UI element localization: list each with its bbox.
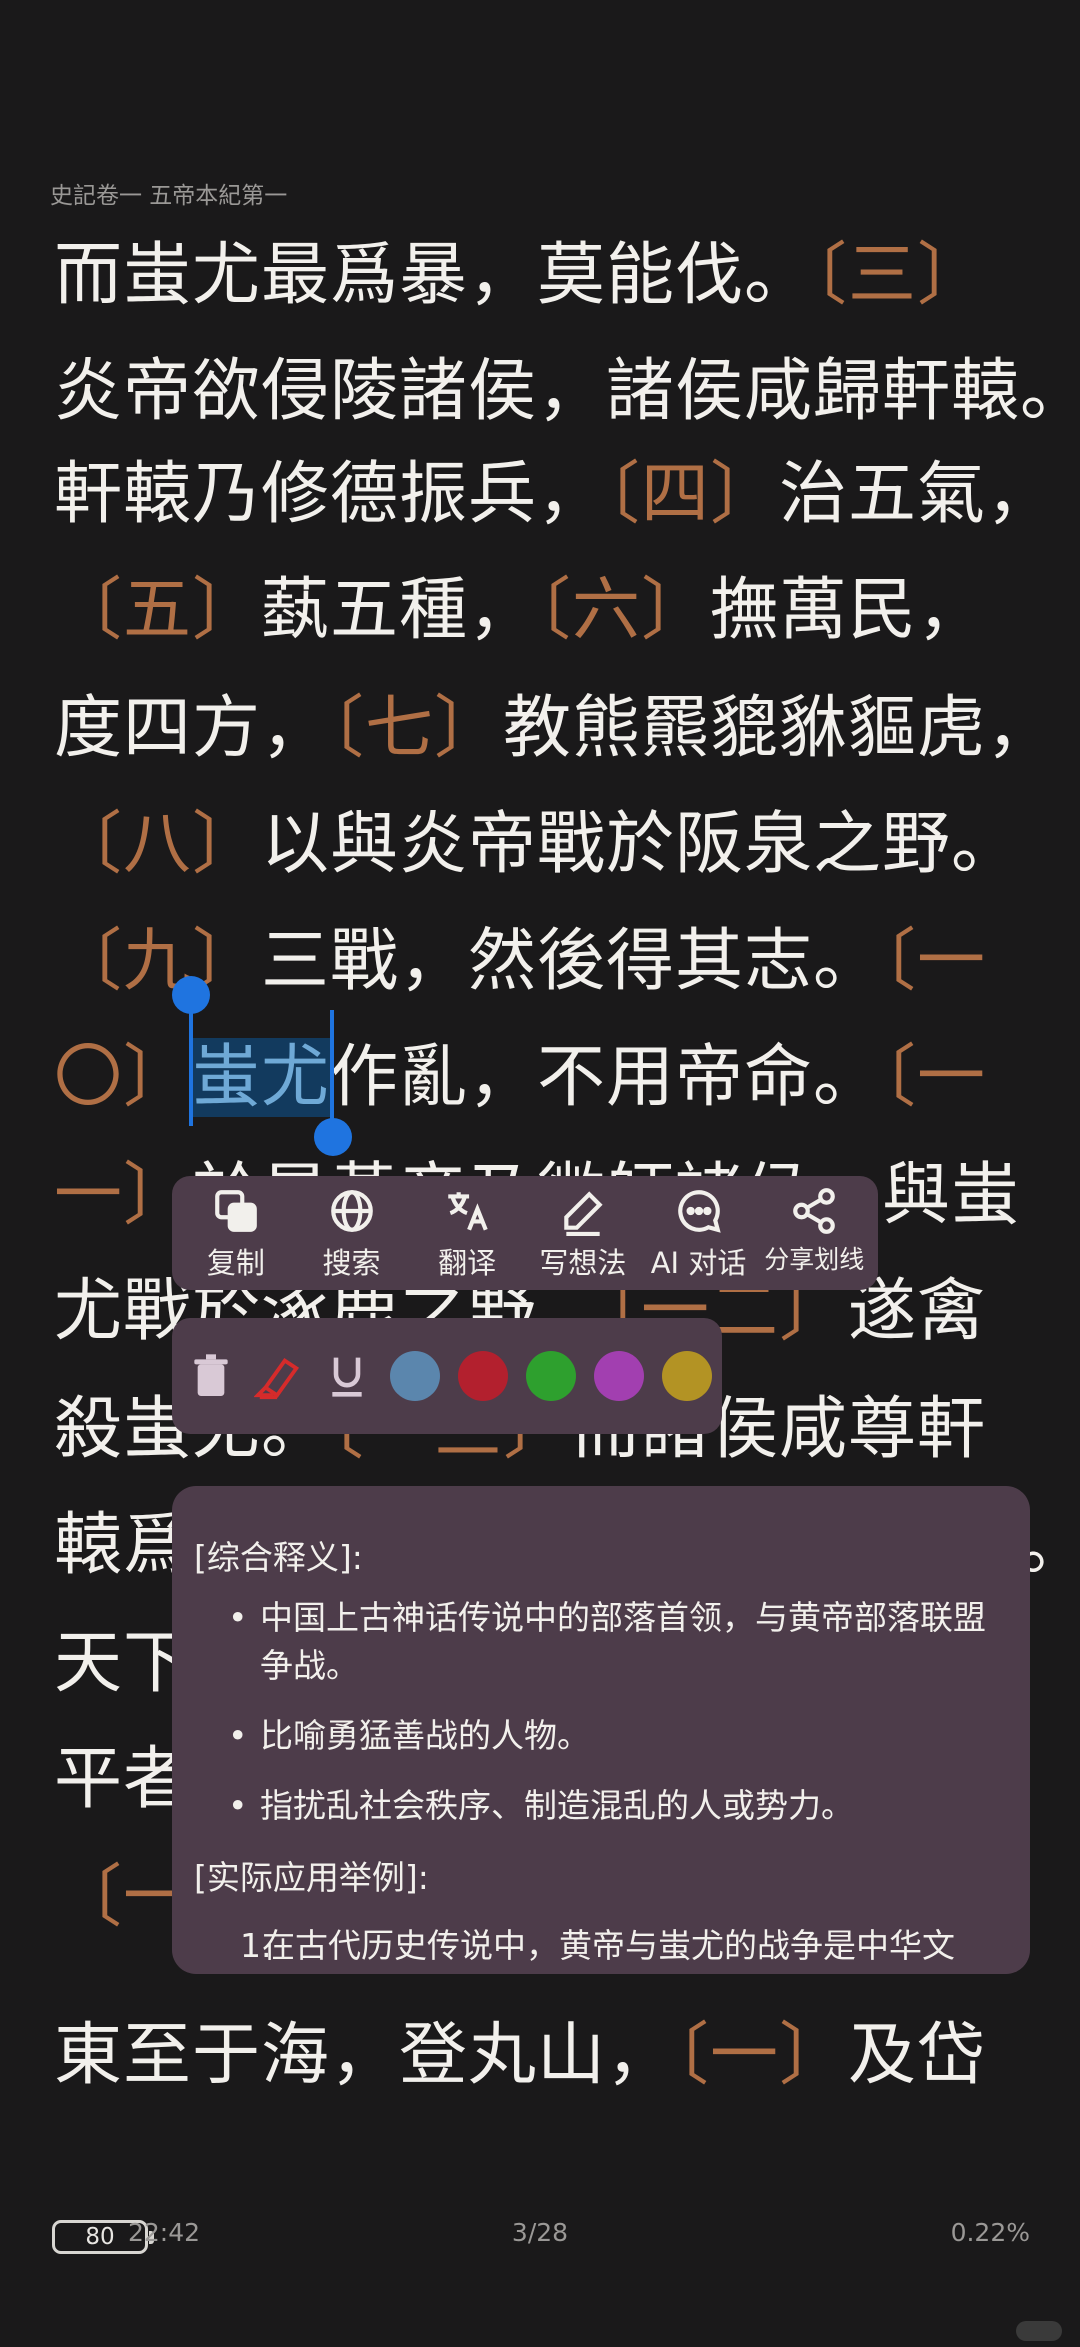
translate-icon bbox=[448, 1192, 488, 1231]
selection-handle-end[interactable] bbox=[314, 1118, 352, 1156]
footnote-marker[interactable]: 〔五〕 bbox=[54, 571, 261, 650]
copy-button[interactable]: 复制 bbox=[178, 1176, 294, 1290]
text-segment: 治五氣， bbox=[779, 455, 1056, 534]
selection-toolbar: 复制 搜索 翻译 写想法 AI 对话 分享划线 bbox=[172, 1176, 878, 1290]
definition-item: • 中国上古神话传说中的部落首领，与黄帝部落联盟争战。 bbox=[228, 1598, 986, 1685]
footnote-marker[interactable]: 〔九〕 bbox=[54, 922, 261, 1001]
text-segment: 東至于海，登丸山， bbox=[54, 2016, 676, 2095]
share-highlight-label: 分享划线 bbox=[764, 1245, 865, 1274]
color-swatch[interactable] bbox=[458, 1351, 508, 1401]
text-segment: 教熊羆貔貅貙虎， bbox=[503, 689, 1056, 768]
text-segment: 度四方， bbox=[54, 689, 331, 768]
text-line[interactable]: 東至于海，登丸山，〔一〕及岱 bbox=[54, 1998, 1034, 2114]
footnote-marker[interactable]: 〔一 bbox=[882, 1038, 986, 1117]
footnote-marker[interactable]: 〔三〕 bbox=[813, 236, 986, 315]
color-swatches bbox=[390, 1351, 712, 1401]
text-segment: 三戰，然後得其志。 bbox=[261, 922, 883, 1001]
globe-icon bbox=[330, 1190, 373, 1232]
color-swatch[interactable] bbox=[594, 1351, 644, 1401]
example-item: 1. 在古代历史传说中，黄帝与蚩尤的战争是中华文 bbox=[240, 1926, 955, 1965]
definition-item: • 指扰乱社会秩序、制造混乱的人或势力。 bbox=[228, 1786, 854, 1825]
highlighter-icon bbox=[254, 1357, 300, 1400]
translate-button[interactable]: 翻译 bbox=[409, 1176, 525, 1290]
ai-chat-label: AI 对话 bbox=[650, 1246, 747, 1280]
share-highlight-button[interactable]: 分享划线 bbox=[756, 1176, 872, 1290]
reading-progress: 0.22% bbox=[950, 2218, 1030, 2247]
selection-handle-start[interactable] bbox=[172, 976, 210, 1014]
text-segment: 炎帝欲侵陵諸侯，諸侯咸歸軒轅。 bbox=[54, 352, 1080, 431]
share-icon bbox=[793, 1188, 836, 1234]
footnote-marker[interactable]: 〔七〕 bbox=[330, 689, 503, 768]
color-swatch[interactable] bbox=[662, 1351, 712, 1401]
text-segment: 撫萬民， bbox=[710, 571, 987, 650]
selected-text: 蚩尤 bbox=[192, 1038, 331, 1117]
selection-handle-end-line bbox=[330, 1010, 334, 1126]
text-line[interactable]: 炎帝欲侵陵諸侯，諸侯咸歸軒轅。 bbox=[54, 334, 1080, 450]
search-button[interactable]: 搜索 bbox=[294, 1176, 410, 1290]
text-line[interactable]: 〔八〕以與炎帝戰於阪泉之野。 bbox=[54, 787, 1034, 903]
definition-heading: [综合释义]: bbox=[194, 1538, 363, 1577]
ai-chat-button[interactable]: AI 对话 bbox=[641, 1176, 757, 1290]
trash-icon bbox=[194, 1354, 228, 1396]
text-segment: 以與炎帝戰於阪泉之野。 bbox=[261, 805, 1021, 884]
definition-item: • 比喻勇猛善战的人物。 bbox=[228, 1716, 590, 1755]
watermark-badge bbox=[1016, 2321, 1062, 2341]
underline-icon bbox=[332, 1357, 362, 1397]
text-line[interactable]: 而蚩尤最爲暴，莫能伐。〔三〕 bbox=[54, 218, 1034, 334]
translate-label: 翻译 bbox=[438, 1246, 497, 1280]
text-line[interactable]: 度四方，〔七〕教熊羆貔貅貙虎， bbox=[54, 671, 1054, 787]
highlight-palette bbox=[172, 1318, 722, 1434]
example-heading: [实际应用举例]: bbox=[194, 1858, 429, 1897]
color-swatch[interactable] bbox=[390, 1351, 440, 1401]
chapter-title: 史記卷一 五帝本紀第一 bbox=[50, 183, 288, 209]
text-line[interactable]: 軒轅乃修德振兵，〔四〕治五氣， bbox=[54, 437, 1054, 553]
color-swatch[interactable] bbox=[526, 1351, 576, 1401]
page-indicator: 3/28 bbox=[511, 2218, 569, 2247]
write-note-label: 写想法 bbox=[539, 1246, 627, 1280]
search-label: 搜索 bbox=[322, 1246, 381, 1280]
highlighter-button[interactable] bbox=[254, 1351, 304, 1401]
copy-label: 复制 bbox=[206, 1246, 265, 1280]
footnote-marker[interactable]: 〔四〕 bbox=[606, 455, 779, 534]
text-segment: 而蚩尤最爲暴，莫能伐。 bbox=[54, 236, 814, 315]
footnote-marker[interactable]: 〇〕 bbox=[54, 1038, 192, 1117]
text-segment: 蓺五種， bbox=[261, 571, 538, 650]
chat-bubble-icon bbox=[677, 1190, 721, 1233]
text-segment: 及岱 bbox=[848, 2016, 987, 2095]
footnote-marker[interactable]: 〔八〕 bbox=[54, 805, 261, 884]
text-line[interactable]: 〔五〕蓺五種，〔六〕撫萬民， bbox=[54, 553, 1034, 669]
underline-button[interactable] bbox=[322, 1351, 372, 1401]
text-segment: 作亂，不用帝命。 bbox=[330, 1038, 883, 1117]
delete-highlight-button[interactable] bbox=[186, 1351, 236, 1401]
pencil-icon bbox=[564, 1191, 603, 1236]
text-line[interactable]: 〇〕蚩尤作亂，不用帝命。〔一 bbox=[54, 1020, 1034, 1136]
write-note-button[interactable]: 写想法 bbox=[525, 1176, 641, 1290]
footnote-marker[interactable]: 〔一 bbox=[882, 922, 986, 1001]
selection-handle-start-line bbox=[189, 1010, 193, 1126]
footnote-marker[interactable]: 〔六〕 bbox=[537, 571, 710, 650]
definition-popup[interactable]: [综合释义]: • 中国上古神话传说中的部落首领，与黄帝部落联盟争战。 • 比喻勇猛… bbox=[172, 1486, 1030, 1974]
copy-icon bbox=[214, 1190, 257, 1232]
footnote-marker[interactable]: 〔一〕 bbox=[675, 2016, 848, 2095]
text-segment: 軒轅乃修德振兵， bbox=[54, 455, 607, 534]
